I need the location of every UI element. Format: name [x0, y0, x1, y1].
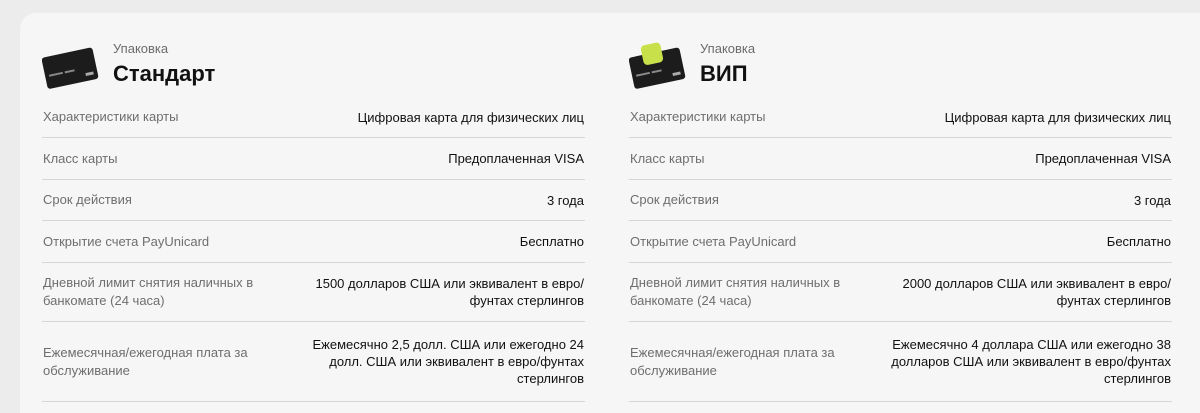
- feature-row: Класс карты Предоплаченная VISA: [629, 138, 1172, 180]
- feature-row: Ежемесячная/ежегодная плата за обслужива…: [42, 322, 585, 402]
- feature-value: 3 года: [546, 192, 584, 208]
- feature-row: Характеристики карты Цифровая карта для …: [629, 97, 1172, 138]
- feature-label: Открытие счета PayUnicard: [630, 233, 797, 249]
- feature-label: Срок действия: [630, 192, 719, 207]
- feature-row: Класс карты Предоплаченная VISA: [42, 138, 585, 180]
- feature-row: Открытие счета PayUnicard Бесплатно: [42, 221, 585, 263]
- feature-row: Дневной лимит снятия наличных в банкомат…: [629, 263, 1172, 322]
- feature-value: Цифровая карта для физических лиц: [357, 109, 584, 125]
- feature-label: Класс карты: [630, 150, 705, 166]
- feature-row: Характеристики карты Цифровая карта для …: [42, 97, 585, 138]
- feature-value: Бесплатно: [519, 234, 584, 249]
- feature-value: Бесплатно: [1106, 234, 1171, 249]
- feature-label: Класс карты: [43, 150, 118, 166]
- black-card-with-green-square-icon: [629, 42, 686, 89]
- feature-label: Открытие счета PayUnicard: [43, 233, 210, 249]
- black-card-icon: [42, 47, 99, 89]
- feature-label: Характеристики карты: [43, 109, 179, 124]
- feature-value: 1500 долларов США или эквивалент в евро/…: [315, 276, 584, 308]
- feature-label: Дневной лимит снятия наличных в банкомат…: [630, 275, 841, 308]
- feature-row: Ежемесячная/ежегодная плата за обслужива…: [629, 322, 1172, 402]
- feature-label: Характеристики карты: [630, 109, 766, 124]
- feature-label: Ежемесячная/ежегодная плата за обслужива…: [630, 344, 835, 378]
- feature-list: Характеристики карты Цифровая карта для …: [42, 97, 585, 402]
- package-header: Упаковка Стандарт: [42, 13, 585, 99]
- package-subtitle: Упаковка: [113, 41, 169, 56]
- package-title: Стандарт: [113, 61, 216, 86]
- package-vip: Упаковка ВИП Характеристики карты Цифров…: [629, 13, 1172, 402]
- feature-row: Дневной лимит снятия наличных в банкомат…: [42, 263, 585, 322]
- feature-value: Предоплаченная VISA: [1035, 151, 1171, 166]
- feature-value: 2000 долларов США или эквивалент в евро/…: [902, 276, 1171, 308]
- package-subtitle: Упаковка: [700, 41, 756, 56]
- packages-panel: Упаковка Стандарт Характеристики карты Ц…: [20, 13, 1200, 413]
- feature-label: Ежемесячная/ежегодная плата за обслужива…: [43, 344, 248, 378]
- feature-label: Срок действия: [43, 192, 132, 207]
- feature-row: Открытие счета PayUnicard Бесплатно: [629, 221, 1172, 263]
- feature-value: Предоплаченная VISA: [448, 151, 584, 166]
- feature-row: Срок действия 3 года: [42, 180, 585, 221]
- feature-value: 3 года: [1133, 192, 1171, 208]
- feature-value: Цифровая карта для физических лиц: [944, 109, 1171, 125]
- package-title: ВИП: [700, 61, 748, 86]
- package-standard: Упаковка Стандарт Характеристики карты Ц…: [42, 13, 585, 402]
- package-header: Упаковка ВИП: [629, 13, 1172, 99]
- feature-label: Дневной лимит снятия наличных в банкомат…: [43, 275, 254, 308]
- feature-value: Ежемесячно 4 доллара США или ежегодно 38…: [891, 337, 1171, 386]
- feature-value: Ежемесячно 2,5 долл. США или ежегодно 24…: [312, 337, 585, 386]
- feature-row: Срок действия 3 года: [629, 180, 1172, 221]
- feature-list: Характеристики карты Цифровая карта для …: [629, 97, 1172, 402]
